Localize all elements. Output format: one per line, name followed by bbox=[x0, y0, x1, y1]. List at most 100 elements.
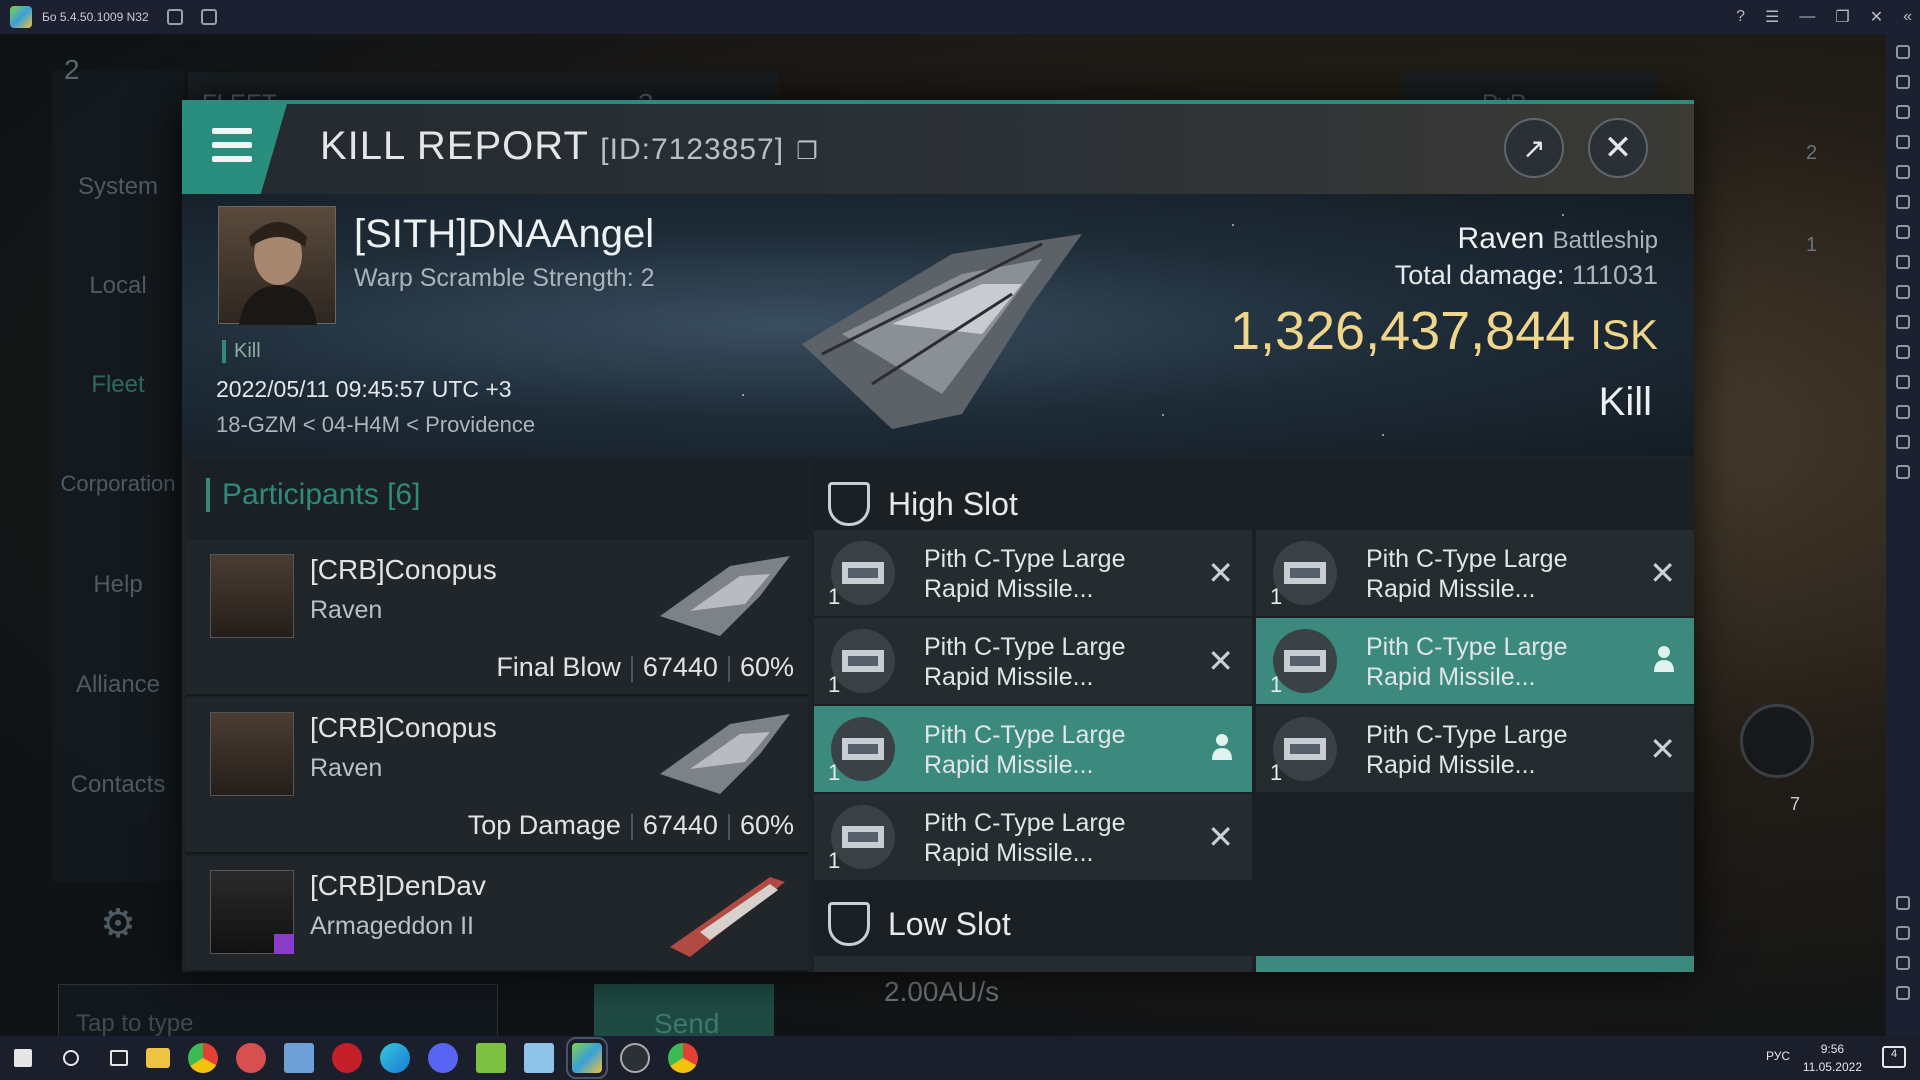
nav-system[interactable]: System bbox=[52, 173, 184, 201]
participant-damage: 67440 bbox=[642, 652, 718, 682]
settings-icon[interactable] bbox=[1896, 896, 1910, 910]
shield-icon bbox=[828, 482, 870, 526]
module-quantity: 1 bbox=[828, 760, 841, 785]
home-nav-icon[interactable] bbox=[1896, 956, 1910, 970]
app-red-icon[interactable] bbox=[332, 1043, 362, 1073]
module-quantity: 1 bbox=[828, 672, 841, 697]
chat-input[interactable]: Tap to type bbox=[76, 1010, 193, 1036]
victim-name[interactable]: [SITH]DNAAngel bbox=[354, 212, 654, 257]
help-icon[interactable]: ? bbox=[1736, 8, 1745, 26]
layers-icon[interactable] bbox=[1896, 435, 1910, 449]
keyboard-icon[interactable] bbox=[1896, 135, 1910, 149]
module-item[interactable]: 1 Pith C-Type Large Rapid Missile... ✕ bbox=[814, 794, 1252, 880]
recents-icon[interactable] bbox=[1896, 986, 1910, 1000]
ship-name: Raven bbox=[1457, 222, 1545, 255]
search-icon[interactable] bbox=[63, 1050, 79, 1066]
task-view-icon[interactable] bbox=[110, 1050, 128, 1066]
participant-percent: 60% bbox=[739, 810, 794, 840]
kill-report-title: KILL REPORT [ID:7123857] ❐ bbox=[320, 124, 819, 169]
camera-icon[interactable] bbox=[1896, 285, 1910, 299]
rotate-icon[interactable] bbox=[1896, 165, 1910, 179]
copy-id-icon[interactable]: ❐ bbox=[796, 138, 819, 165]
clock-time: 9:56 bbox=[1820, 1042, 1845, 1056]
home-icon[interactable] bbox=[166, 9, 183, 25]
collapse-sidebar-icon[interactable]: « bbox=[1903, 8, 1912, 26]
participant-ship: Raven bbox=[310, 754, 383, 782]
edge-icon[interactable] bbox=[380, 1043, 410, 1073]
volume-icon[interactable] bbox=[1896, 75, 1910, 89]
module-item[interactable]: 1 Pith C-Type Large Rapid Missile... ✕ bbox=[1256, 706, 1694, 792]
kill-type: Kill bbox=[1598, 380, 1652, 424]
module-quantity: 1 bbox=[828, 848, 841, 873]
overview-count-1: 2 bbox=[1806, 142, 1818, 164]
send-button[interactable]: Send bbox=[654, 1008, 719, 1036]
bluestacks-icon[interactable] bbox=[566, 1037, 608, 1079]
module-item[interactable]: 1 Pith C-Type Large Rapid Missile... ✕ bbox=[1256, 530, 1694, 616]
app-ship-icon[interactable] bbox=[620, 1043, 650, 1073]
isk-amount: 1,326,437,844 bbox=[1229, 301, 1576, 361]
eraser-icon[interactable] bbox=[1896, 375, 1910, 389]
file-explorer-icon[interactable] bbox=[146, 1048, 170, 1068]
gear-icon[interactable]: ⚙ bbox=[52, 901, 184, 947]
nav-contacts[interactable]: Contacts bbox=[52, 771, 184, 799]
folder-icon[interactable] bbox=[1896, 315, 1910, 329]
copy-icon[interactable] bbox=[1896, 345, 1910, 359]
module-item[interactable]: 1 Pith C-Type Large Rapid Missile... bbox=[1256, 618, 1694, 704]
screenshot-icon[interactable] bbox=[1896, 255, 1910, 269]
emulator-titlebar: Бо 5.4.50.1009 N32 ? ☰ — ❐ ✕ « bbox=[0, 0, 1920, 34]
nav-corporation[interactable]: Corporation bbox=[52, 471, 184, 497]
total-damage: Total damage: 111031 bbox=[1395, 260, 1658, 291]
fullscreen-icon[interactable] bbox=[1896, 45, 1910, 59]
participant-row[interactable]: [CRB]Conopus Raven Top Damage 67440 60% bbox=[186, 698, 808, 854]
app-icon[interactable] bbox=[236, 1043, 266, 1073]
fleet-member-count: 2 bbox=[64, 54, 80, 85]
notes-icon[interactable] bbox=[524, 1043, 554, 1073]
macro-icon[interactable] bbox=[1896, 465, 1910, 479]
nav-help[interactable]: Help bbox=[52, 571, 184, 599]
module-item[interactable]: 1 Pith C-Type Large Rapid Missile... ✕ bbox=[814, 618, 1252, 704]
participant-row[interactable]: [CRB]Conopus Raven Final Blow 67440 60% bbox=[186, 540, 808, 696]
close-button[interactable]: ✕ bbox=[1588, 118, 1648, 178]
close-icon: ✕ bbox=[1603, 129, 1633, 167]
chrome-profile-icon[interactable] bbox=[668, 1043, 698, 1073]
victim-portrait[interactable] bbox=[218, 206, 336, 325]
app-green-icon[interactable] bbox=[476, 1043, 506, 1073]
calculator-icon[interactable] bbox=[284, 1043, 314, 1073]
notification-icon[interactable]: 4 bbox=[1882, 1046, 1906, 1068]
system-clock[interactable]: 9:56 11.05.2022 bbox=[1803, 1040, 1862, 1076]
hamburger-icon bbox=[212, 128, 252, 134]
language-indicator[interactable]: РУС bbox=[1766, 1049, 1790, 1063]
discord-icon[interactable] bbox=[428, 1043, 458, 1073]
nav-alliance[interactable]: Alliance bbox=[52, 671, 184, 699]
module-item[interactable]: 1 Pith C-Type Large Rapid Missile... ✕ bbox=[814, 530, 1252, 616]
ship-class: Battleship bbox=[1552, 227, 1658, 254]
chrome-icon[interactable] bbox=[188, 1043, 218, 1073]
nav-fleet[interactable]: Fleet bbox=[52, 371, 184, 399]
low-slot-header: Low Slot bbox=[828, 894, 1011, 954]
sync-icon[interactable] bbox=[1896, 195, 1910, 209]
minimize-icon[interactable]: — bbox=[1799, 8, 1815, 26]
menu-icon[interactable]: ☰ bbox=[1765, 7, 1779, 27]
participant-avatar bbox=[210, 554, 294, 638]
participant-row[interactable]: [CRB]DenDav Armageddon II bbox=[186, 856, 808, 972]
share-button[interactable]: ↗ bbox=[1504, 118, 1564, 178]
restore-icon[interactable]: ❐ bbox=[1835, 7, 1849, 27]
kill-report-id: [ID:7123857] bbox=[600, 133, 785, 166]
multi-instance-icon[interactable] bbox=[200, 9, 217, 25]
high-slot-header: High Slot bbox=[828, 474, 1018, 534]
participant-ship: Raven bbox=[310, 596, 383, 624]
participants-title: Participants [6] bbox=[206, 478, 420, 512]
participant-ship-image bbox=[660, 556, 790, 636]
participant-damage: 67440 bbox=[642, 810, 718, 840]
install-apk-icon[interactable] bbox=[1896, 225, 1910, 239]
location-icon[interactable] bbox=[1896, 405, 1910, 419]
back-icon[interactable] bbox=[1896, 926, 1910, 940]
close-icon[interactable]: ✕ bbox=[1870, 7, 1883, 27]
participants-label: Participants bbox=[222, 478, 379, 511]
windows-start-icon[interactable] bbox=[14, 1049, 32, 1067]
module-item[interactable]: 1 Pith C-Type Large Rapid Missile... bbox=[814, 706, 1252, 792]
menu-button[interactable] bbox=[182, 104, 287, 194]
nav-local[interactable]: Local bbox=[52, 272, 184, 300]
swap-target-button[interactable] bbox=[1740, 704, 1814, 778]
screen-record-icon[interactable] bbox=[1896, 105, 1910, 119]
